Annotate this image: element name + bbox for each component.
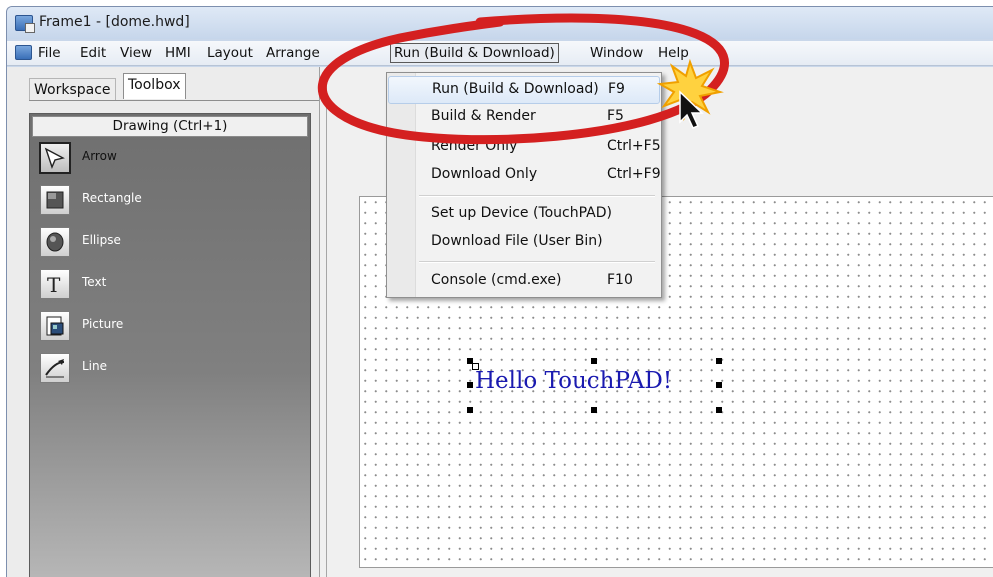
highlight-circle-annotation [318, 13, 729, 145]
annotation-overlay [318, 13, 729, 145]
